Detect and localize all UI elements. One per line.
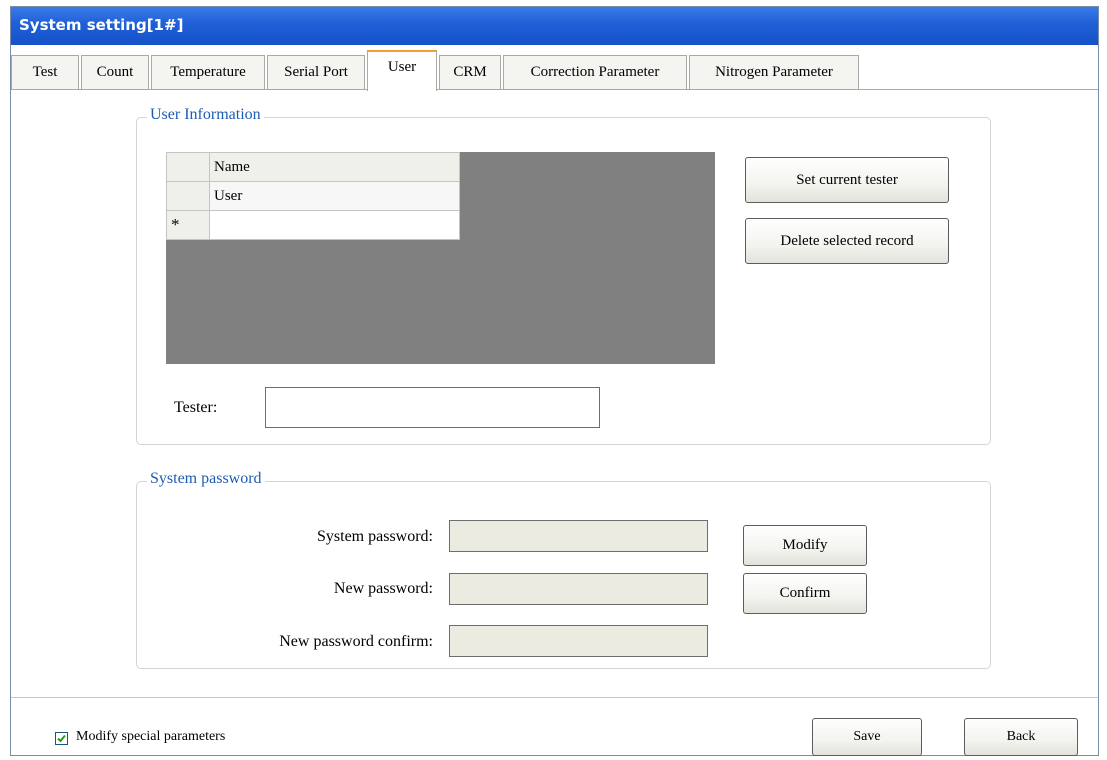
- tab-temperature[interactable]: Temperature: [151, 55, 265, 89]
- user-grid[interactable]: Name User *: [166, 152, 715, 364]
- name-column-header[interactable]: Name: [209, 152, 460, 182]
- new-row-marker[interactable]: *: [166, 210, 210, 240]
- new-password-field[interactable]: [449, 573, 708, 605]
- modify-special-parameters-checkbox[interactable]: [55, 732, 68, 745]
- footer-bar: Modify special parameters Save Back: [11, 697, 1098, 756]
- tab-count[interactable]: Count: [81, 55, 149, 89]
- user-information-title: User Information: [147, 106, 264, 124]
- window-title-bar[interactable]: System setting[1#]: [11, 7, 1098, 45]
- back-button[interactable]: Back: [964, 718, 1078, 756]
- tester-label: Tester:: [174, 399, 218, 416]
- system-password-field[interactable]: [449, 520, 708, 552]
- new-password-confirm-label: New password confirm:: [279, 633, 433, 650]
- tab-nitrogen-parameter[interactable]: Nitrogen Parameter: [689, 55, 859, 89]
- user-table: Name User *: [166, 152, 460, 240]
- delete-selected-record-button[interactable]: Delete selected record: [745, 218, 949, 264]
- new-password-confirm-field[interactable]: [449, 625, 708, 657]
- tab-test[interactable]: Test: [11, 55, 79, 89]
- tab-user[interactable]: User: [367, 50, 437, 91]
- table-row[interactable]: User: [209, 181, 460, 211]
- window-title: System setting[1#]: [19, 16, 184, 34]
- checkmark-icon: [57, 734, 66, 743]
- row-selector[interactable]: [166, 181, 210, 211]
- new-row-cell[interactable]: [209, 210, 460, 240]
- tab-correction-parameter[interactable]: Correction Parameter: [503, 55, 687, 89]
- grid-corner-cell: [166, 152, 210, 182]
- system-password-label: System password:: [317, 528, 433, 545]
- confirm-button[interactable]: Confirm: [743, 573, 867, 614]
- system-password-title: System password: [147, 470, 265, 488]
- set-current-tester-button[interactable]: Set current tester: [745, 157, 949, 203]
- new-password-label: New password:: [333, 580, 433, 597]
- modify-button[interactable]: Modify: [743, 525, 867, 566]
- tab-serial-port[interactable]: Serial Port: [267, 55, 365, 89]
- save-button[interactable]: Save: [812, 718, 922, 756]
- tab-crm[interactable]: CRM: [439, 55, 501, 89]
- tester-field[interactable]: [265, 387, 600, 428]
- modify-special-parameters-label[interactable]: Modify special parameters: [76, 729, 225, 745]
- tab-strip: Test Count Temperature Serial Port User …: [11, 50, 1098, 91]
- system-setting-window: System setting[1#] Test Count Temperatur…: [10, 6, 1099, 756]
